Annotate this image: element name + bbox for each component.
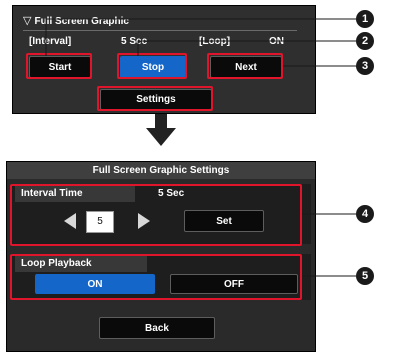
- callout-leader-lines: [45, 18, 356, 277]
- callout-1: 1: [356, 10, 374, 28]
- callout-4: 4: [356, 205, 374, 223]
- callout-2: 2: [356, 32, 374, 50]
- callout-3: 3: [356, 57, 374, 75]
- callout-5: 5: [356, 267, 374, 285]
